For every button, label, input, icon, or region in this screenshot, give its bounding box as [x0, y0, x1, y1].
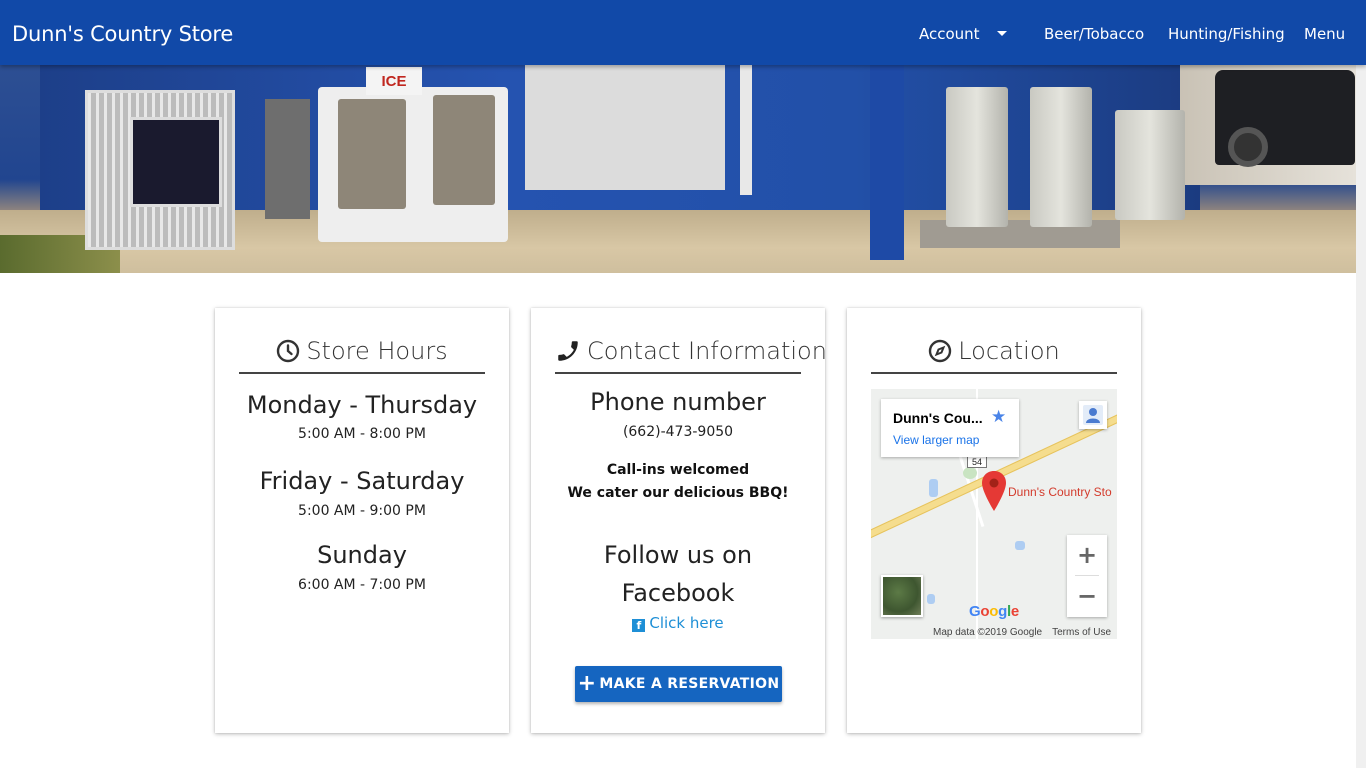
- follow-heading-line2: Facebook: [621, 579, 735, 607]
- callins-note: Call-ins welcomed: [606, 462, 750, 478]
- google-logo: Google: [969, 603, 1019, 620]
- location-title: Location: [871, 336, 1117, 374]
- nav-menu[interactable]: Menu: [1304, 25, 1345, 43]
- caret-down-icon[interactable]: [997, 31, 1007, 36]
- map-attribution: Map data ©2019 Google Terms of Use: [933, 627, 1112, 638]
- compass-icon: [929, 339, 952, 363]
- street-view-pegman-icon[interactable]: [1079, 401, 1107, 429]
- clock-icon: [277, 339, 300, 363]
- map-place-name: Dunn's Cou...: [893, 410, 983, 426]
- make-reservation-button[interactable]: + MAKE A RESERVATION: [575, 666, 782, 702]
- hours-time-2: 5:00 AM - 9:00 PM: [298, 503, 426, 519]
- satellite-toggle-thumbnail[interactable]: [881, 575, 923, 617]
- hours-day-1: Monday - Thursday: [246, 391, 478, 419]
- phone-icon: [558, 341, 578, 361]
- zoom-in-button[interactable]: +: [1067, 535, 1107, 575]
- zoom-out-button[interactable]: −: [1067, 576, 1107, 616]
- nav-account[interactable]: Account: [919, 25, 980, 43]
- brand-title[interactable]: Dunn's Country Store: [12, 22, 233, 46]
- contact-title: Contact Information: [555, 336, 827, 374]
- hours-time-3: 6:00 AM - 7:00 PM: [298, 577, 426, 593]
- hours-day-2: Friday - Saturday: [259, 467, 465, 495]
- phone-number[interactable]: (662)-473-9050: [531, 424, 825, 440]
- facebook-icon: f: [632, 619, 646, 632]
- bbq-note: We cater our delicious BBQ!: [567, 485, 789, 501]
- map-pin-icon[interactable]: [982, 471, 1006, 511]
- navbar: Dunn's Country Store Account Beer/Tobacc…: [0, 0, 1366, 65]
- hours-day-3: Sunday: [317, 541, 407, 569]
- facebook-link[interactable]: f Click here: [531, 614, 825, 632]
- map-pin-label: Dunn's Country Sto: [1008, 485, 1112, 499]
- hours-time-1: 5:00 AM - 8:00 PM: [298, 426, 426, 442]
- store-hours-title: Store Hours: [239, 336, 485, 374]
- location-card: Location 54 Dunn's Country Sto Dunn's Co…: [847, 308, 1141, 733]
- store-hours-card: Store Hours Monday - Thursday 5:00 AM - …: [215, 308, 509, 733]
- embedded-map[interactable]: 54 Dunn's Country Sto Dunn's Cou... ★ Vi…: [871, 389, 1117, 639]
- star-icon[interactable]: ★: [991, 407, 1006, 427]
- terms-of-use-link[interactable]: Terms of Use: [1052, 627, 1111, 638]
- map-zoom-control: + −: [1067, 535, 1107, 617]
- follow-heading-line1: Follow us on: [603, 541, 753, 569]
- phone-heading: Phone number: [590, 388, 766, 416]
- contact-card: Contact Information Phone number (662)-4…: [531, 308, 827, 733]
- plus-icon: +: [577, 671, 597, 696]
- view-larger-map-link[interactable]: View larger map: [893, 433, 979, 447]
- hero-photo: ICE: [0, 65, 1356, 273]
- scrollbar-track[interactable]: [1356, 65, 1366, 768]
- map-info-card: Dunn's Cou... ★ View larger map: [881, 399, 1019, 457]
- nav-hunting-fishing[interactable]: Hunting/Fishing: [1168, 25, 1285, 43]
- route-shield: 54: [967, 456, 987, 468]
- nav-beer-tobacco[interactable]: Beer/Tobacco: [1044, 25, 1144, 43]
